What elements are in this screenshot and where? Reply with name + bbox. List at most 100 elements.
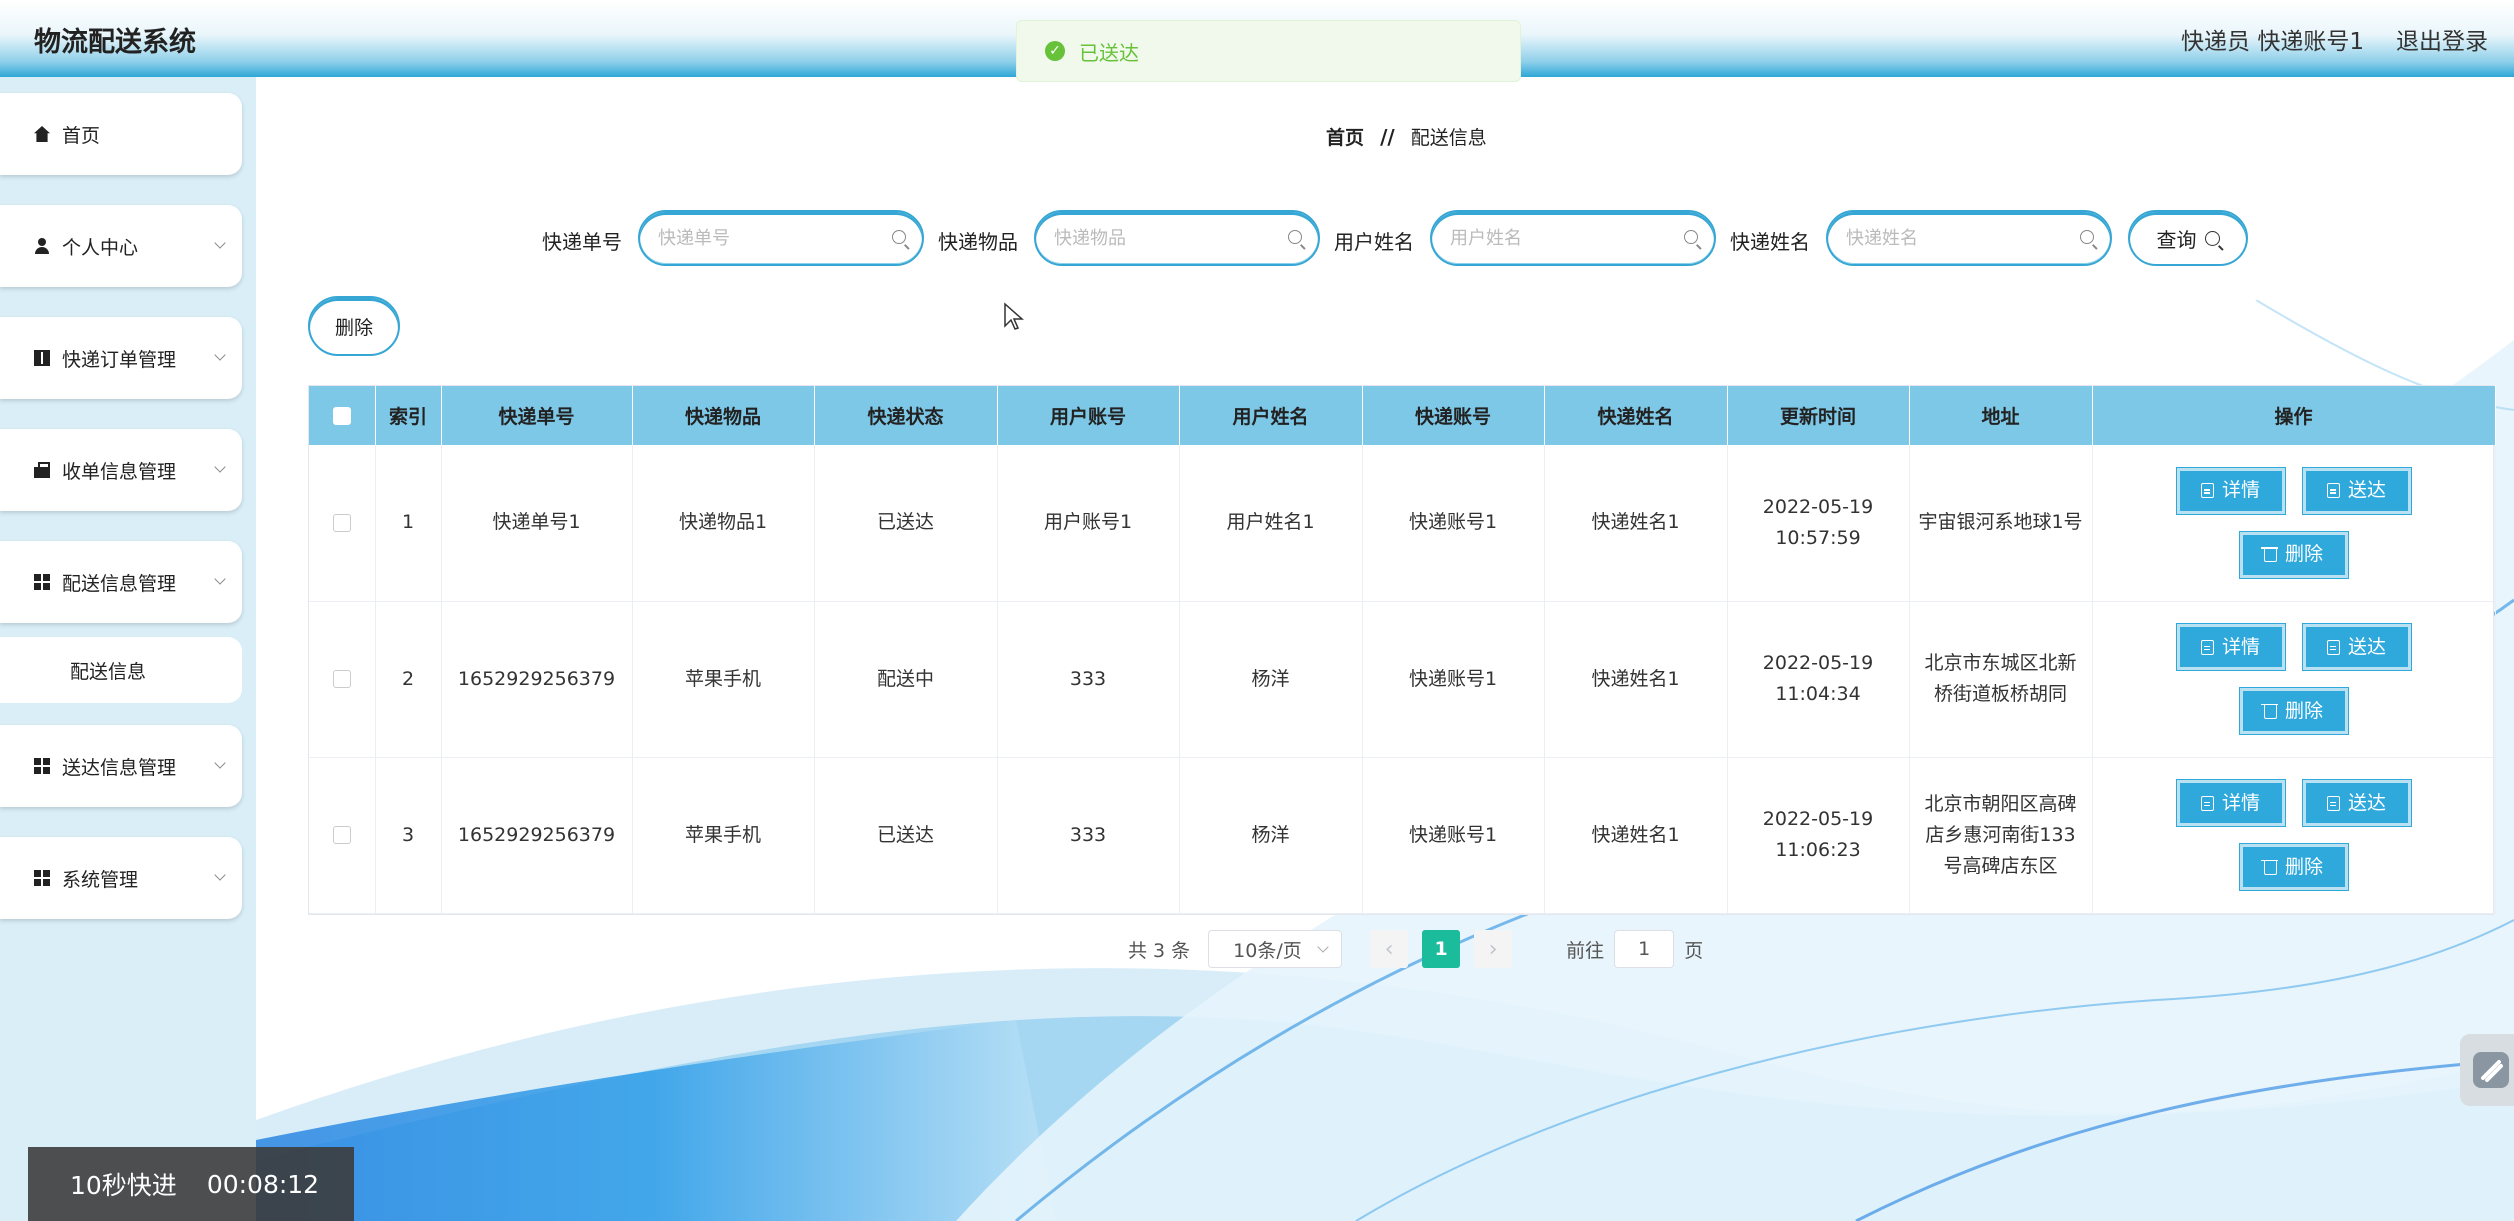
fast-forward-label: 10秒快进 [70, 1171, 177, 1200]
floating-widget[interactable] [2460, 1034, 2514, 1106]
cell-tracking-no: 快递单号1 [441, 445, 633, 602]
breadcrumb-home[interactable]: 首页 [1326, 127, 1364, 149]
goto-prefix: 前往 [1566, 939, 1605, 962]
page-number-button[interactable]: 1 [1422, 930, 1461, 968]
table-row: 3 1652929256379 苹果手机 已送达 333 杨洋 快递账号1 快递… [309, 757, 2496, 914]
row-checkbox[interactable] [332, 670, 351, 688]
detail-button[interactable]: 详情 [2175, 623, 2286, 671]
page-size-select[interactable]: 10条/页 [1208, 930, 1343, 968]
sidebar-item-profile[interactable]: 个人中心 [0, 205, 242, 287]
document-icon [2326, 639, 2340, 655]
column-header: 用户姓名 [1179, 386, 1363, 445]
deliver-button[interactable]: 送达 [2301, 466, 2412, 515]
column-header: 快递状态 [814, 386, 998, 445]
cell-index: 3 [375, 757, 442, 914]
column-header: 快递单号 [441, 386, 633, 445]
select-all-checkbox[interactable] [332, 407, 351, 425]
pagination: 共 3 条 10条/页 ‹ 1 › 前往 1 页 [1128, 930, 1703, 968]
cell-tracking-no: 1652929256379 [441, 601, 633, 758]
breadcrumb: 首页 // 配送信息 [1326, 123, 1487, 150]
bag-icon [34, 462, 50, 478]
cell-actions: 详情 送达 删除 [2092, 445, 2496, 602]
cell-user-name: 杨洋 [1179, 757, 1363, 914]
prev-page-button[interactable]: ‹ [1370, 930, 1409, 968]
detail-button[interactable]: 详情 [2175, 466, 2286, 515]
sidebar-item-orders[interactable]: 快递订单管理 [0, 317, 242, 399]
cell-user-name: 杨洋 [1179, 601, 1363, 758]
delete-button[interactable]: 删除 [2238, 530, 2349, 579]
goto-page-input[interactable]: 1 [1614, 930, 1675, 968]
deliver-button[interactable]: 送达 [2301, 779, 2412, 827]
item-input[interactable] [1054, 227, 1274, 249]
fast-forward-overlay[interactable]: 10秒快进 00:08:12 [28, 1147, 354, 1221]
toast-message: 已送达 [1079, 40, 1139, 65]
chevron-down-icon [214, 573, 226, 585]
breadcrumb-current: 配送信息 [1410, 127, 1487, 149]
cell-courier-name: 快递姓名1 [1544, 445, 1728, 602]
row-checkbox[interactable] [332, 513, 351, 532]
cell-item: 苹果手机 [632, 757, 815, 914]
column-header: 快递姓名 [1544, 386, 1728, 445]
total-count: 共 3 条 [1128, 939, 1191, 962]
sidebar-item-delivery[interactable]: 配送信息管理 [0, 541, 242, 623]
sidebar-item-label: 快递订单管理 [62, 348, 177, 371]
sidebar-subitem-delivery-info[interactable]: 配送信息 [0, 637, 242, 703]
search-field-user-name[interactable] [1430, 210, 1716, 266]
table-header-row: 索引 快递单号 快递物品 快递状态 用户账号 用户姓名 快递账号 快递姓名 更新… [309, 386, 2496, 445]
search-icon [1684, 230, 1698, 244]
cell-courier-name: 快递姓名1 [1544, 601, 1728, 758]
sidebar-item-label: 收单信息管理 [62, 460, 177, 483]
delete-button[interactable]: 删除 [2238, 687, 2349, 735]
courier-name-input[interactable] [1846, 227, 2066, 249]
delete-label: 删除 [2284, 699, 2323, 722]
user-name-input[interactable] [1450, 227, 1670, 249]
cell-tracking-no: 1652929256379 [441, 757, 633, 914]
chevron-down-icon [214, 757, 226, 769]
query-button[interactable]: 查询 [2128, 210, 2248, 266]
search-label-user-name: 用户姓名 [1334, 230, 1414, 254]
search-label-item: 快递物品 [938, 230, 1018, 254]
delete-label: 删除 [2284, 855, 2323, 878]
sidebar-item-label: 送达信息管理 [62, 756, 177, 779]
tracking-no-input[interactable] [658, 227, 878, 249]
search-field-courier-name[interactable] [1826, 210, 2112, 266]
cell-updated: 2022-05-19 10:57:59 [1727, 445, 1910, 602]
document-icon [2326, 795, 2340, 811]
detail-button[interactable]: 详情 [2175, 779, 2286, 827]
sidebar-item-delivered[interactable]: 送达信息管理 [0, 725, 242, 807]
trash-icon [2260, 859, 2278, 875]
deliver-button[interactable]: 送达 [2301, 623, 2412, 671]
page-size-value: 10条/页 [1233, 939, 1302, 962]
document-icon [2200, 483, 2214, 499]
cell-index: 2 [375, 601, 442, 758]
deliver-label: 送达 [2347, 479, 2386, 502]
cell-actions: 详情 送达 删除 [2092, 601, 2496, 758]
query-label: 查询 [2156, 227, 2197, 252]
document-icon [2200, 795, 2214, 811]
app-title: 物流配送系统 [34, 27, 196, 58]
sidebar-item-home[interactable]: 首页 [0, 93, 242, 175]
delete-button[interactable]: 删除 [2238, 843, 2349, 891]
search-field-item[interactable] [1034, 210, 1320, 266]
select-all-header[interactable] [309, 386, 376, 445]
column-header: 快递物品 [632, 386, 815, 445]
logout-link[interactable]: 退出登录 [2396, 22, 2488, 56]
search-icon [1288, 230, 1302, 244]
sidebar-item-system[interactable]: 系统管理 [0, 837, 242, 919]
sidebar-subitem-label: 配送信息 [70, 660, 147, 683]
search-icon [2204, 230, 2220, 246]
deliver-label: 送达 [2347, 791, 2386, 814]
cell-address: 北京市东城区北新桥街道板桥胡同 [1909, 601, 2093, 758]
search-field-tracking[interactable] [638, 210, 924, 266]
detail-label: 详情 [2221, 479, 2260, 502]
cell-index: 1 [375, 445, 442, 602]
delete-label: 删除 [2284, 543, 2323, 566]
cell-courier-account: 快递账号1 [1362, 757, 1545, 914]
cell-status: 已送达 [814, 757, 998, 914]
row-checkbox[interactable] [332, 826, 351, 844]
batch-delete-button[interactable]: 删除 [308, 296, 400, 356]
current-user: 快递员 快递账号1 [2181, 29, 2364, 55]
next-page-button[interactable]: › [1474, 930, 1513, 968]
chevron-down-icon [214, 349, 226, 361]
sidebar-item-receipts[interactable]: 收单信息管理 [0, 429, 242, 511]
